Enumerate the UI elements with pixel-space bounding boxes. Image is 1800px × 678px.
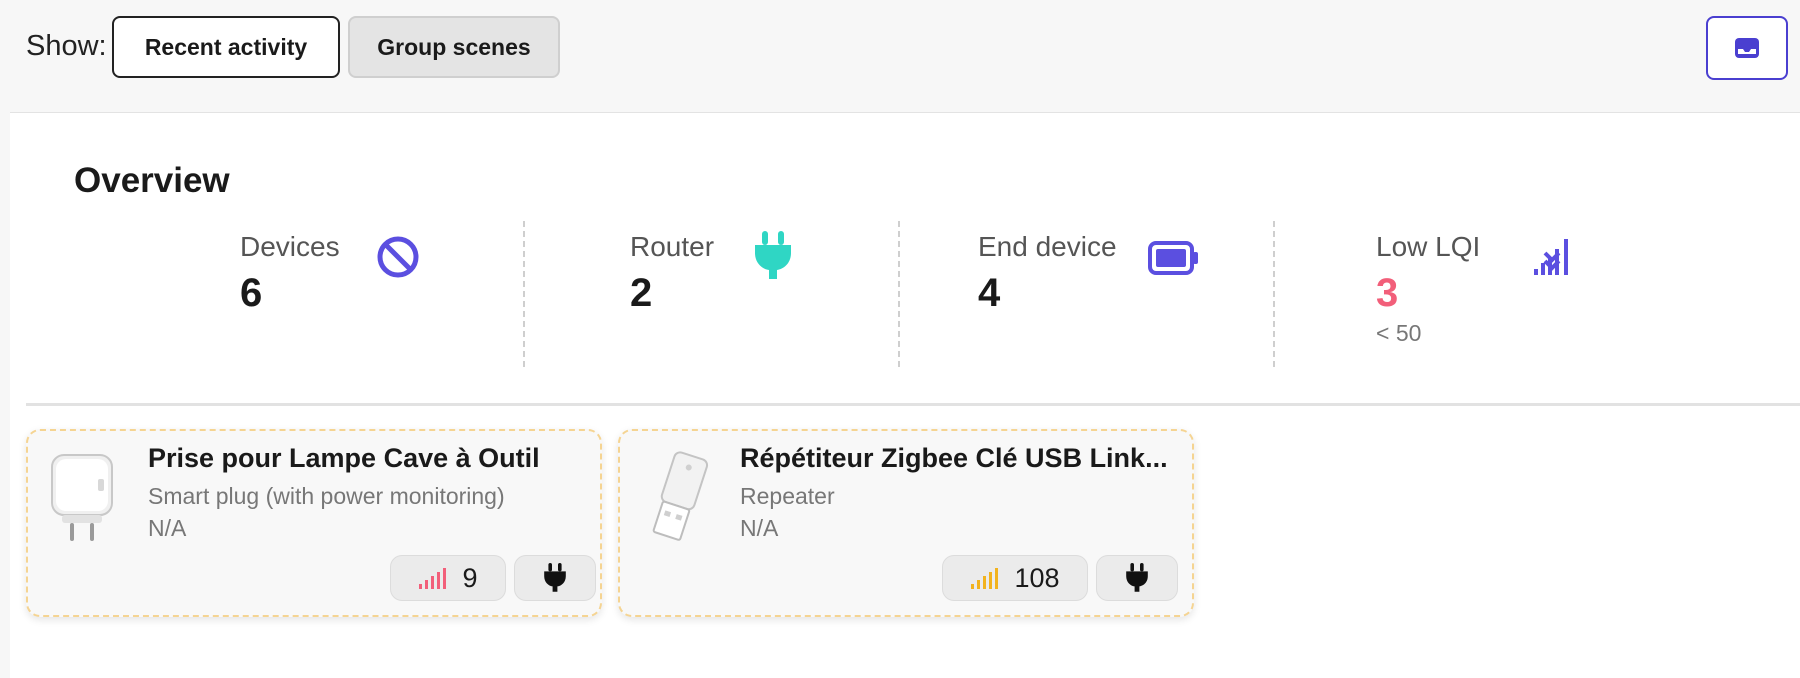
stat-low-lqi: Low LQI 3 < 50 (1376, 231, 1480, 347)
inbox-icon (1735, 38, 1759, 58)
plug-icon (544, 563, 566, 592)
stat-label: Router (630, 231, 715, 262)
plug-icon (755, 231, 791, 279)
stat-label: Low LQI (1376, 231, 1481, 262)
recent-activity-button[interactable]: Recent activity (112, 16, 340, 78)
lqi-value: 108 (1014, 562, 1060, 593)
stat-sub: < 50 (1376, 320, 1422, 346)
stat-devices: Devices 6 (240, 231, 340, 316)
toolbar: Show: Recent activity Group scenes (0, 0, 1800, 112)
device-power: N/A (740, 515, 779, 541)
overview-panel: Overview Devices 6 Router 2 End device 4… (10, 112, 1800, 678)
stat-label: Devices (240, 231, 340, 262)
usb-repeater-image (652, 451, 709, 541)
signal-icon (419, 568, 447, 589)
plug-icon (1126, 563, 1148, 592)
stat-value: 6 (240, 271, 263, 315)
lqi-badge: 108 (942, 555, 1088, 601)
stat-value: 3 (1376, 271, 1399, 315)
divider (1273, 221, 1275, 367)
inbox-button[interactable] (1706, 16, 1788, 80)
show-label: Show: (26, 30, 107, 62)
lqi-value: 9 (462, 562, 478, 593)
smart-plug-image (51, 454, 113, 541)
group-scenes-button[interactable]: Group scenes (348, 16, 560, 78)
stat-value: 4 (978, 271, 1001, 315)
stat-label: End device (978, 231, 1117, 262)
ban-icon (377, 236, 419, 278)
battery-icon (1148, 241, 1198, 275)
device-model: Smart plug (with power monitoring) (148, 483, 505, 509)
signal-down-icon (1534, 239, 1568, 275)
divider (523, 221, 525, 367)
device-card[interactable]: Répétiteur Zigbee Clé USB Link... Repeat… (618, 429, 1194, 617)
power-source-badge (514, 555, 596, 601)
section-divider (26, 403, 1800, 406)
device-model: Repeater (740, 483, 835, 509)
device-name[interactable]: Répétiteur Zigbee Clé USB Link... (740, 443, 1196, 474)
device-card[interactable]: Prise pour Lampe Cave à Outil Smart plug… (26, 429, 602, 617)
lqi-badge: 9 (390, 555, 506, 601)
power-source-badge (1096, 555, 1178, 601)
signal-icon (971, 568, 999, 589)
divider (898, 221, 900, 367)
overview-title: Overview (74, 161, 230, 200)
stat-value: 2 (630, 271, 653, 315)
stat-end-device: End device 4 (978, 231, 1117, 316)
stat-router: Router 2 (630, 231, 714, 316)
device-name[interactable]: Prise pour Lampe Cave à Outil (148, 443, 604, 474)
device-power: N/A (148, 515, 187, 541)
